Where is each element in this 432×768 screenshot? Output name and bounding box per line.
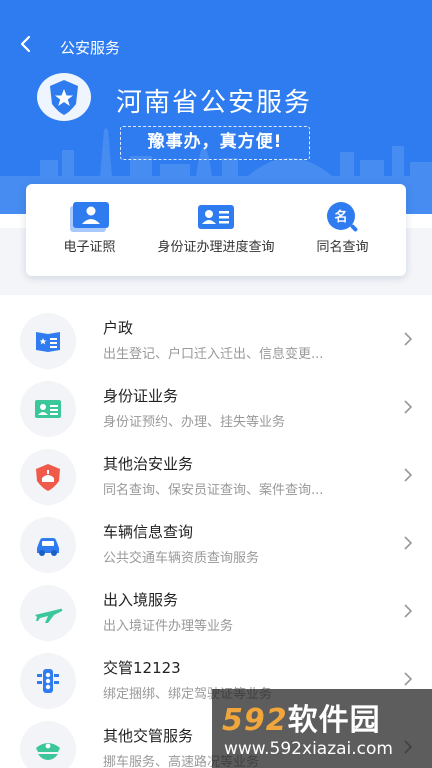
id-card-icon (198, 205, 234, 229)
service-title: 车辆信息查询 (103, 523, 194, 541)
chevron-right-icon (404, 468, 413, 482)
service-icon-wrap (20, 381, 76, 437)
vehicle-icon (37, 538, 59, 556)
quick-action-id-progress[interactable]: 身份证办理进度查询 (153, 184, 279, 276)
quick-action-label: 身份证办理进度查询 (157, 240, 275, 255)
quick-action-label: 同名查询 (316, 240, 369, 255)
service-icon-wrap (20, 517, 76, 573)
chevron-right-icon (404, 672, 413, 686)
service-row-id-card[interactable]: 身份证业务 身份证预约、办理、挂失等业务 (0, 375, 432, 443)
chevron-right-icon (404, 536, 413, 550)
service-icon-wrap (20, 585, 76, 641)
service-row-vehicle[interactable]: 车辆信息查询 公共交通车辆资质查询服务 (0, 511, 432, 579)
service-title: 其他治安业务 (103, 455, 194, 473)
service-row-public-security[interactable]: 其他治安业务 同名查询、保安员证查询、案件查询... (0, 443, 432, 511)
watermark-brand: 592软件园 (222, 695, 381, 739)
quick-action-e-license[interactable]: 电子证照 (26, 184, 153, 276)
hero-title: 河南省公安服务 (116, 88, 313, 118)
service-subtitle: 出入境证件办理等业务 (103, 619, 234, 634)
hero-slogan: 豫事办，真方便! (120, 126, 310, 160)
service-title: 出入境服务 (103, 591, 179, 609)
service-subtitle: 公共交通车辆资质查询服务 (103, 551, 260, 566)
service-row-household[interactable]: 户政 出生登记、户口迁入迁出、信息变更... (0, 307, 432, 375)
service-icon-wrap (20, 721, 76, 768)
airplane-icon (35, 608, 63, 623)
id-card-photo-icon (70, 202, 109, 232)
service-subtitle: 身份证预约、办理、挂失等业务 (103, 415, 286, 430)
service-icon-wrap (20, 313, 76, 369)
traffic-light-icon (37, 669, 59, 693)
quick-actions-card: 电子证照 身份证办理进度查询 名 同名查询 (26, 184, 406, 276)
watermark-brand-number: 592 (222, 703, 288, 738)
service-title: 其他交管服务 (103, 727, 194, 745)
service-icon-wrap (20, 449, 76, 505)
name-search-icon: 名 (327, 202, 358, 232)
household-book-icon (36, 332, 60, 352)
chevron-right-icon (404, 400, 413, 414)
police-shield-icon (36, 464, 60, 491)
police-cap-icon (36, 743, 60, 760)
service-subtitle: 出生登记、户口迁入迁出、信息变更... (103, 347, 324, 362)
service-subtitle: 同名查询、保安员证查询、案件查询... (103, 483, 324, 498)
watermark-brand-text: 软件园 (287, 703, 381, 738)
nav-title: 公安服务 (60, 39, 121, 57)
chevron-right-icon (404, 332, 413, 346)
quick-action-name-search[interactable]: 名 同名查询 (279, 184, 406, 276)
id-card-icon (35, 400, 61, 418)
back-arrow-icon[interactable] (14, 32, 38, 56)
svg-text:名: 名 (334, 209, 347, 225)
police-badge-icon (37, 73, 91, 121)
service-title: 身份证业务 (103, 387, 179, 405)
top-nav-bar: 公安服务 (0, 28, 432, 64)
service-icon-wrap (20, 653, 76, 709)
quick-action-label: 电子证照 (63, 240, 116, 255)
service-title: 交管12123 (103, 659, 181, 677)
watermark-url: www.592xiazai.com (224, 739, 393, 759)
chevron-right-icon (404, 604, 413, 618)
service-row-exit-entry[interactable]: 出入境服务 出入境证件办理等业务 (0, 579, 432, 647)
service-title: 户政 (103, 319, 134, 337)
site-watermark: 592软件园 www.592xiazai.com (212, 689, 432, 768)
